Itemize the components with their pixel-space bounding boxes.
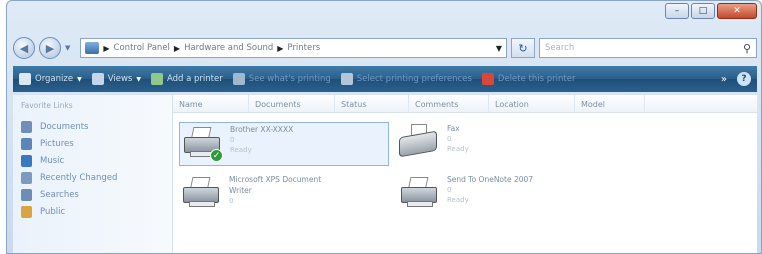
delete-printer-label: Delete this printer bbox=[497, 74, 576, 84]
favorite-links-heading: Favorite Links bbox=[21, 101, 73, 110]
nav-item-label: Public bbox=[40, 206, 66, 217]
minimize-button[interactable]: – bbox=[665, 3, 689, 19]
printer-icon bbox=[179, 173, 223, 213]
printer-name: Send To OneNote 2007 bbox=[447, 175, 534, 184]
printer-name: Microsoft XPS Document bbox=[229, 175, 322, 184]
printer-name: Brother XX-XXXX bbox=[230, 125, 294, 134]
printer-icon bbox=[397, 173, 441, 213]
searches-icon bbox=[21, 188, 32, 201]
recent-pages-dropdown-icon[interactable]: ▼ bbox=[65, 44, 70, 52]
breadcrumb-chevron-icon[interactable]: ▶ bbox=[277, 44, 283, 53]
printer-documents: 0 bbox=[230, 136, 235, 144]
organize-label: Organize bbox=[35, 74, 74, 84]
add-printer-button[interactable]: Add a printer bbox=[150, 73, 223, 85]
documents-icon bbox=[21, 120, 32, 133]
delete-printer-button[interactable]: Delete this printer bbox=[481, 73, 576, 85]
column-header-documents[interactable]: Documents bbox=[249, 95, 335, 113]
explorer-window: – □ ✕ ◀ ▶ ▼ ▶ Control Panel ▶ Hardware a… bbox=[6, 0, 762, 254]
printer-documents: 0 bbox=[447, 186, 452, 194]
refresh-icon[interactable]: ↻ bbox=[511, 38, 535, 58]
chevron-down-icon: ▼ bbox=[77, 75, 82, 83]
printing-preferences-label: Select printing preferences bbox=[356, 74, 472, 84]
column-header-comments[interactable]: Comments bbox=[409, 95, 489, 113]
command-bar: Organize ▼ Views ▼ Add a printer See wha… bbox=[13, 66, 757, 92]
caption-buttons: – □ ✕ bbox=[665, 3, 757, 19]
queue-icon bbox=[232, 73, 245, 85]
breadcrumb-printers[interactable]: Printers bbox=[287, 43, 320, 53]
preferences-icon bbox=[340, 73, 353, 85]
printer-item-brother[interactable]: ✓ Brother XX-XXXX 0 Ready bbox=[179, 122, 389, 166]
recently-changed-icon bbox=[21, 171, 32, 184]
address-row: ◀ ▶ ▼ ▶ Control Panel ▶ Hardware and Sou… bbox=[13, 35, 757, 61]
views-label: Views bbox=[107, 74, 133, 84]
close-button[interactable]: ✕ bbox=[717, 3, 757, 19]
navigation-pane: Favorite Links Documents Pictures Music … bbox=[13, 95, 173, 253]
nav-item-music[interactable]: Music bbox=[21, 152, 172, 169]
nav-item-label: Documents bbox=[40, 121, 89, 132]
nav-item-documents[interactable]: Documents bbox=[21, 118, 172, 135]
search-placeholder: Search bbox=[545, 43, 575, 53]
nav-item-recently-changed[interactable]: Recently Changed bbox=[21, 169, 172, 186]
printing-preferences-button[interactable]: Select printing preferences bbox=[340, 73, 472, 85]
column-header-model[interactable]: Model bbox=[575, 95, 645, 113]
chevron-down-icon: ▼ bbox=[136, 75, 141, 83]
printer-documents: 0 bbox=[447, 135, 452, 143]
nav-item-pictures[interactable]: Pictures bbox=[21, 135, 172, 152]
delete-icon bbox=[481, 73, 494, 85]
music-icon bbox=[21, 154, 32, 167]
views-button[interactable]: Views ▼ bbox=[91, 73, 141, 85]
public-folder-icon bbox=[21, 205, 32, 218]
back-arrow-icon[interactable]: ◀ bbox=[13, 37, 35, 59]
printer-status: Ready bbox=[230, 146, 252, 154]
nav-item-searches[interactable]: Searches bbox=[21, 186, 172, 203]
printer-icon: ✓ bbox=[180, 123, 224, 163]
see-whats-printing-label: See what's printing bbox=[248, 74, 331, 84]
pictures-icon bbox=[21, 137, 32, 150]
add-printer-icon bbox=[150, 73, 163, 85]
address-bar[interactable]: ▶ Control Panel ▶ Hardware and Sound ▶ P… bbox=[80, 38, 507, 58]
forward-arrow-icon[interactable]: ▶ bbox=[39, 37, 61, 59]
nav-item-label: Music bbox=[40, 155, 65, 166]
column-header-location[interactable]: Location bbox=[489, 95, 575, 113]
printer-name-line2: Writer bbox=[229, 186, 252, 195]
breadcrumb-control-panel[interactable]: Control Panel bbox=[114, 43, 170, 53]
nav-item-label: Searches bbox=[40, 189, 79, 200]
breadcrumb-chevron-icon[interactable]: ▶ bbox=[103, 44, 109, 53]
help-icon[interactable]: ? bbox=[737, 72, 751, 86]
nav-item-label: Pictures bbox=[40, 138, 74, 149]
breadcrumb-hardware-and-sound[interactable]: Hardware and Sound bbox=[184, 43, 273, 53]
breadcrumb-chevron-icon[interactable]: ▶ bbox=[174, 44, 180, 53]
printer-item-xps-writer[interactable]: Microsoft XPS Document Writer 0 bbox=[179, 173, 389, 217]
see-whats-printing-button[interactable]: See what's printing bbox=[232, 73, 331, 85]
printer-name: Fax bbox=[447, 124, 460, 133]
organize-icon bbox=[19, 73, 31, 85]
search-input[interactable]: Search ⚲ bbox=[539, 38, 757, 58]
maximize-button[interactable]: □ bbox=[691, 3, 715, 19]
printer-item-onenote[interactable]: Send To OneNote 2007 0 Ready bbox=[397, 173, 597, 217]
organize-button[interactable]: Organize ▼ bbox=[19, 73, 82, 85]
printer-documents: 0 bbox=[229, 197, 234, 205]
main-panes: Favorite Links Documents Pictures Music … bbox=[13, 95, 757, 253]
search-icon[interactable]: ⚲ bbox=[743, 42, 751, 55]
nav-item-label: Recently Changed bbox=[40, 172, 118, 183]
printer-status: Ready bbox=[447, 196, 469, 204]
control-panel-icon bbox=[85, 42, 100, 54]
fax-icon bbox=[397, 122, 441, 162]
address-dropdown-icon[interactable]: ▼ bbox=[496, 44, 502, 53]
add-printer-label: Add a printer bbox=[166, 74, 223, 84]
column-headers: Name Documents Status Comments Location … bbox=[173, 95, 757, 113]
views-icon bbox=[91, 73, 104, 85]
printer-item-fax[interactable]: Fax 0 Ready bbox=[397, 122, 577, 166]
nav-item-public[interactable]: Public bbox=[21, 203, 172, 220]
default-printer-check-icon: ✓ bbox=[210, 149, 223, 162]
column-header-name[interactable]: Name bbox=[173, 95, 249, 113]
file-list: Name Documents Status Comments Location … bbox=[173, 95, 757, 253]
column-header-status[interactable]: Status bbox=[335, 95, 409, 113]
printer-status: Ready bbox=[447, 145, 469, 153]
toolbar-overflow-icon[interactable]: » bbox=[721, 74, 727, 85]
